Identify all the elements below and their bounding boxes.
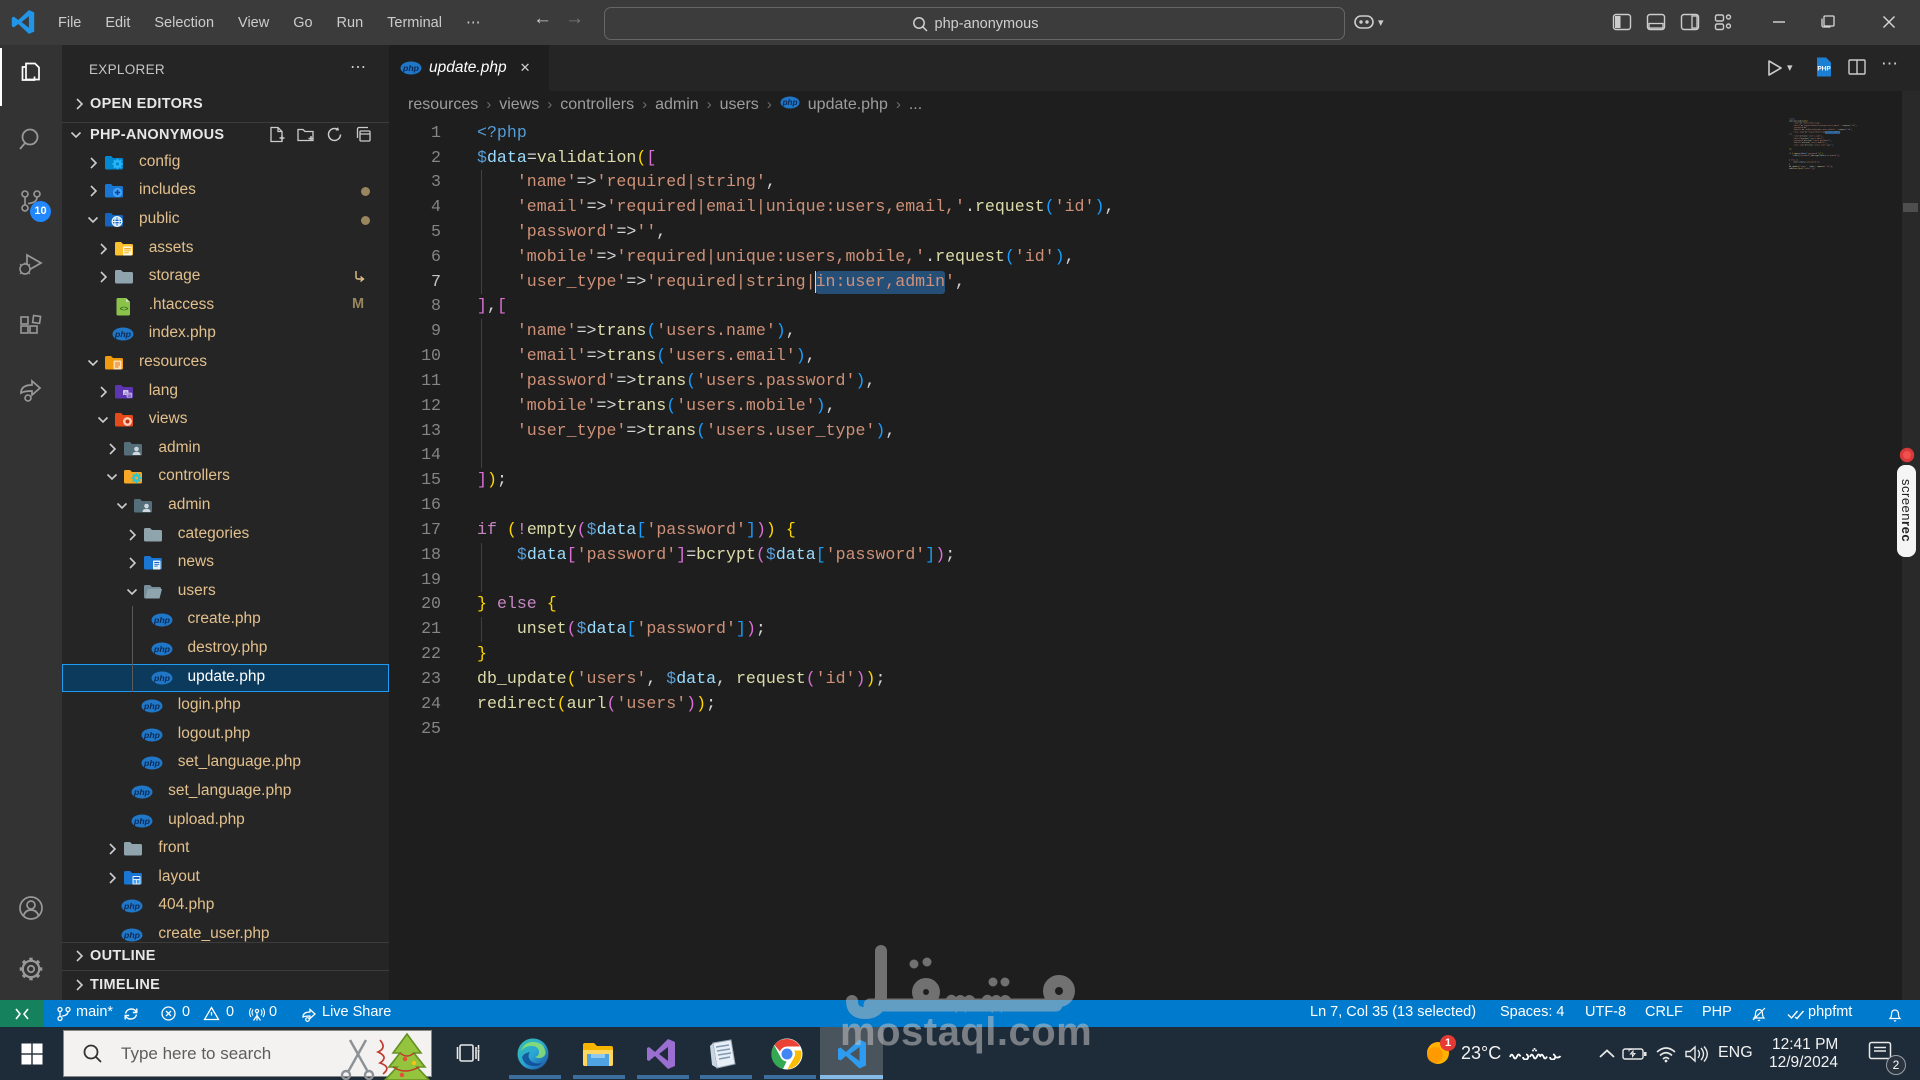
svg-text:php: php <box>123 901 141 911</box>
svg-text:php: php <box>153 615 171 625</box>
svg-text:a: a <box>128 393 131 398</box>
svg-text:<>: <> <box>119 306 129 314</box>
svg-text:php: php <box>114 329 132 339</box>
svg-text:php: php <box>143 758 161 768</box>
svg-text:php: php <box>153 672 171 682</box>
svg-text:php: php <box>133 815 151 825</box>
svg-text:php: php <box>133 787 151 797</box>
svg-text:php: php <box>153 644 171 654</box>
svg-text:php: php <box>143 701 161 711</box>
svg-text:php: php <box>123 930 141 940</box>
svg-text:php: php <box>143 730 161 740</box>
